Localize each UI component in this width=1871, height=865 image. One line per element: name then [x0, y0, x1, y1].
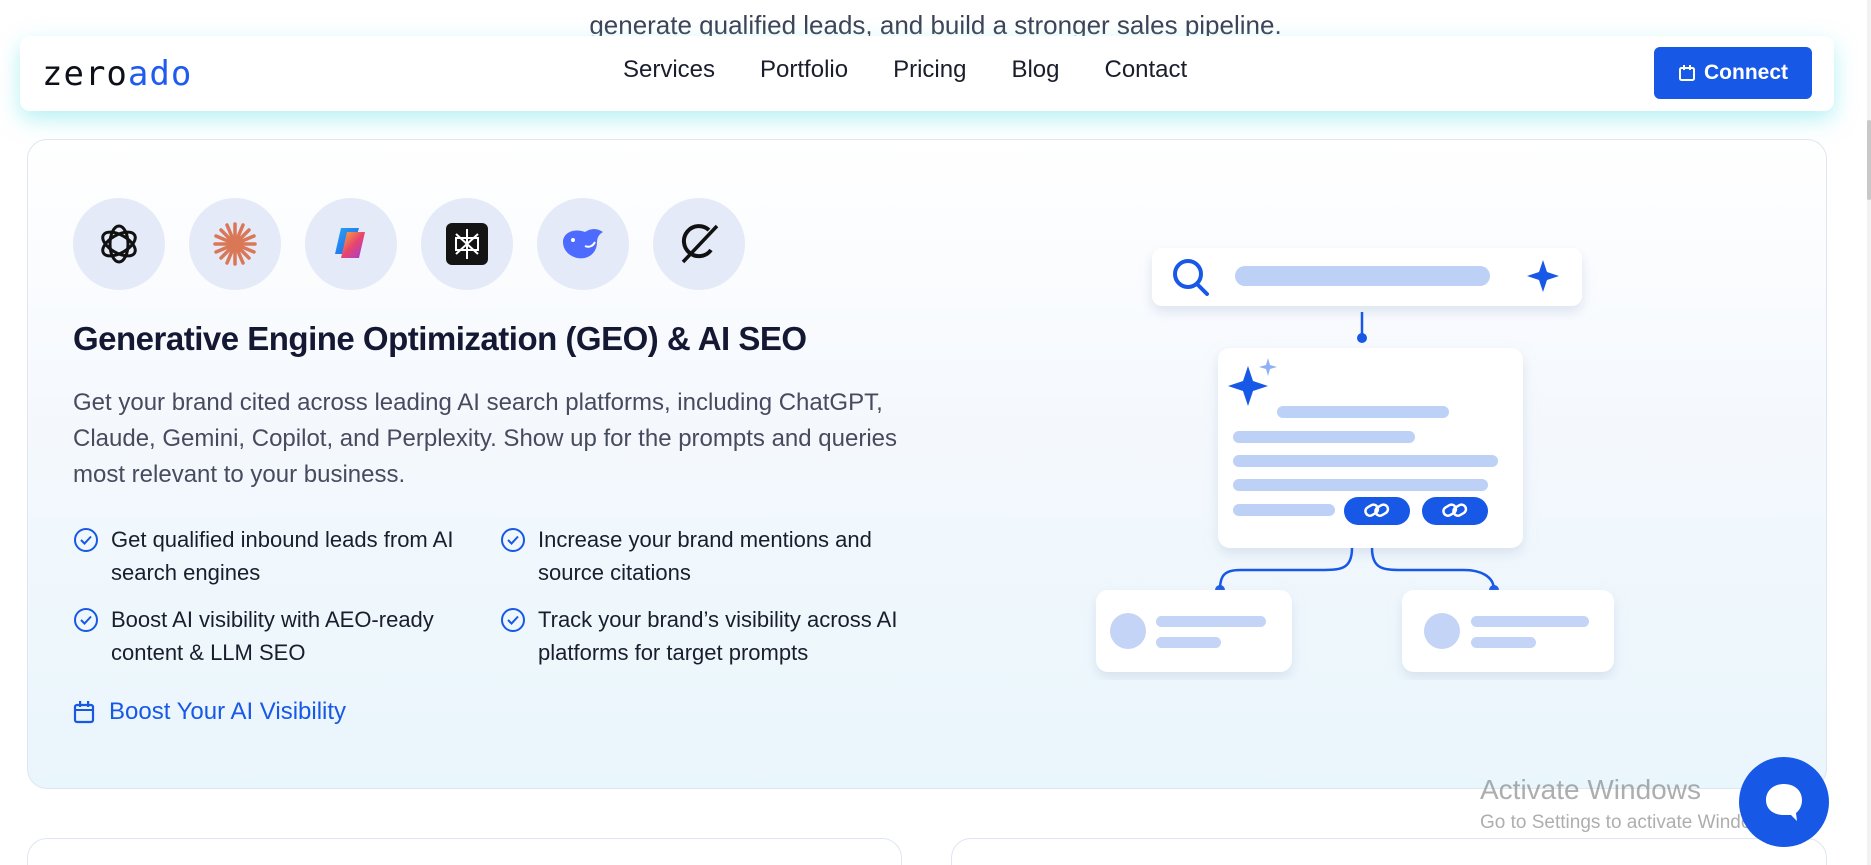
- chat-widget-button[interactable]: [1739, 757, 1829, 847]
- feature-item: Boost AI visibility with AEO-ready conte…: [73, 603, 473, 669]
- feature-item: Track your brand’s visibility across AI …: [500, 603, 900, 669]
- feature-text: Track your brand’s visibility across AI …: [538, 607, 898, 665]
- nav-link-contact[interactable]: Contact: [1104, 56, 1187, 84]
- feature-text: Increase your brand mentions and source …: [538, 527, 872, 585]
- nav-link-portfolio[interactable]: Portfolio: [760, 56, 848, 84]
- top-navbar: zeroado Services Portfolio Pricing Blog …: [20, 36, 1834, 111]
- nav-link-blog[interactable]: Blog: [1011, 56, 1059, 84]
- section-title: Generative Engine Optimization (GEO) & A…: [73, 320, 807, 357]
- logo-text-dark: zero: [42, 54, 128, 94]
- nav-links: Services Portfolio Pricing Blog Contact: [623, 56, 1187, 84]
- nav-link-pricing[interactable]: Pricing: [893, 56, 966, 84]
- feature-item: Increase your brand mentions and source …: [500, 523, 900, 589]
- ai-platform-icons: [73, 198, 745, 290]
- connect-label: Connect: [1704, 61, 1788, 84]
- calendar-icon: [73, 701, 95, 724]
- feature-text: Get qualified inbound leads from AI sear…: [111, 527, 454, 585]
- watermark-subtitle: Go to Settings to activate Windows.: [1480, 812, 1780, 833]
- check-circle-icon: [74, 528, 98, 552]
- lower-card-right: [951, 838, 1827, 865]
- feature-item: Get qualified inbound leads from AI sear…: [73, 523, 473, 589]
- windows-activation-watermark: Activate Windows Go to Settings to activ…: [1480, 774, 1780, 834]
- zeroado-logo[interactable]: zeroado: [42, 54, 192, 94]
- section-description: Get your brand cited across leading AI s…: [73, 389, 897, 488]
- cta-label: Boost Your AI Visibility: [109, 698, 347, 725]
- watermark-title: Activate Windows: [1480, 774, 1701, 805]
- grok-icon: [653, 198, 745, 290]
- lower-card-left: [27, 838, 902, 865]
- ai-search-illustration: [1096, 248, 1614, 672]
- logo-text-blue: ado: [127, 54, 193, 94]
- check-circle-icon: [74, 608, 98, 632]
- copilot-icon: [305, 198, 397, 290]
- scrollbar-thumb[interactable]: [1867, 120, 1871, 200]
- calendar-icon: [1679, 65, 1695, 81]
- feature-text: Boost AI visibility with AEO-ready conte…: [111, 607, 434, 665]
- chatgpt-icon: [73, 198, 165, 290]
- chat-bubble-icon: [1766, 784, 1802, 821]
- boost-ai-visibility-link[interactable]: Boost Your AI Visibility: [73, 698, 346, 726]
- connect-button[interactable]: Connect: [1654, 47, 1812, 99]
- check-circle-icon: [501, 528, 525, 552]
- nav-link-services[interactable]: Services: [623, 56, 715, 84]
- claude-icon: [189, 198, 281, 290]
- deepseek-icon: [537, 198, 629, 290]
- check-circle-icon: [501, 608, 525, 632]
- perplexity-icon: [421, 198, 513, 290]
- page-scrollbar[interactable]: [1867, 0, 1871, 865]
